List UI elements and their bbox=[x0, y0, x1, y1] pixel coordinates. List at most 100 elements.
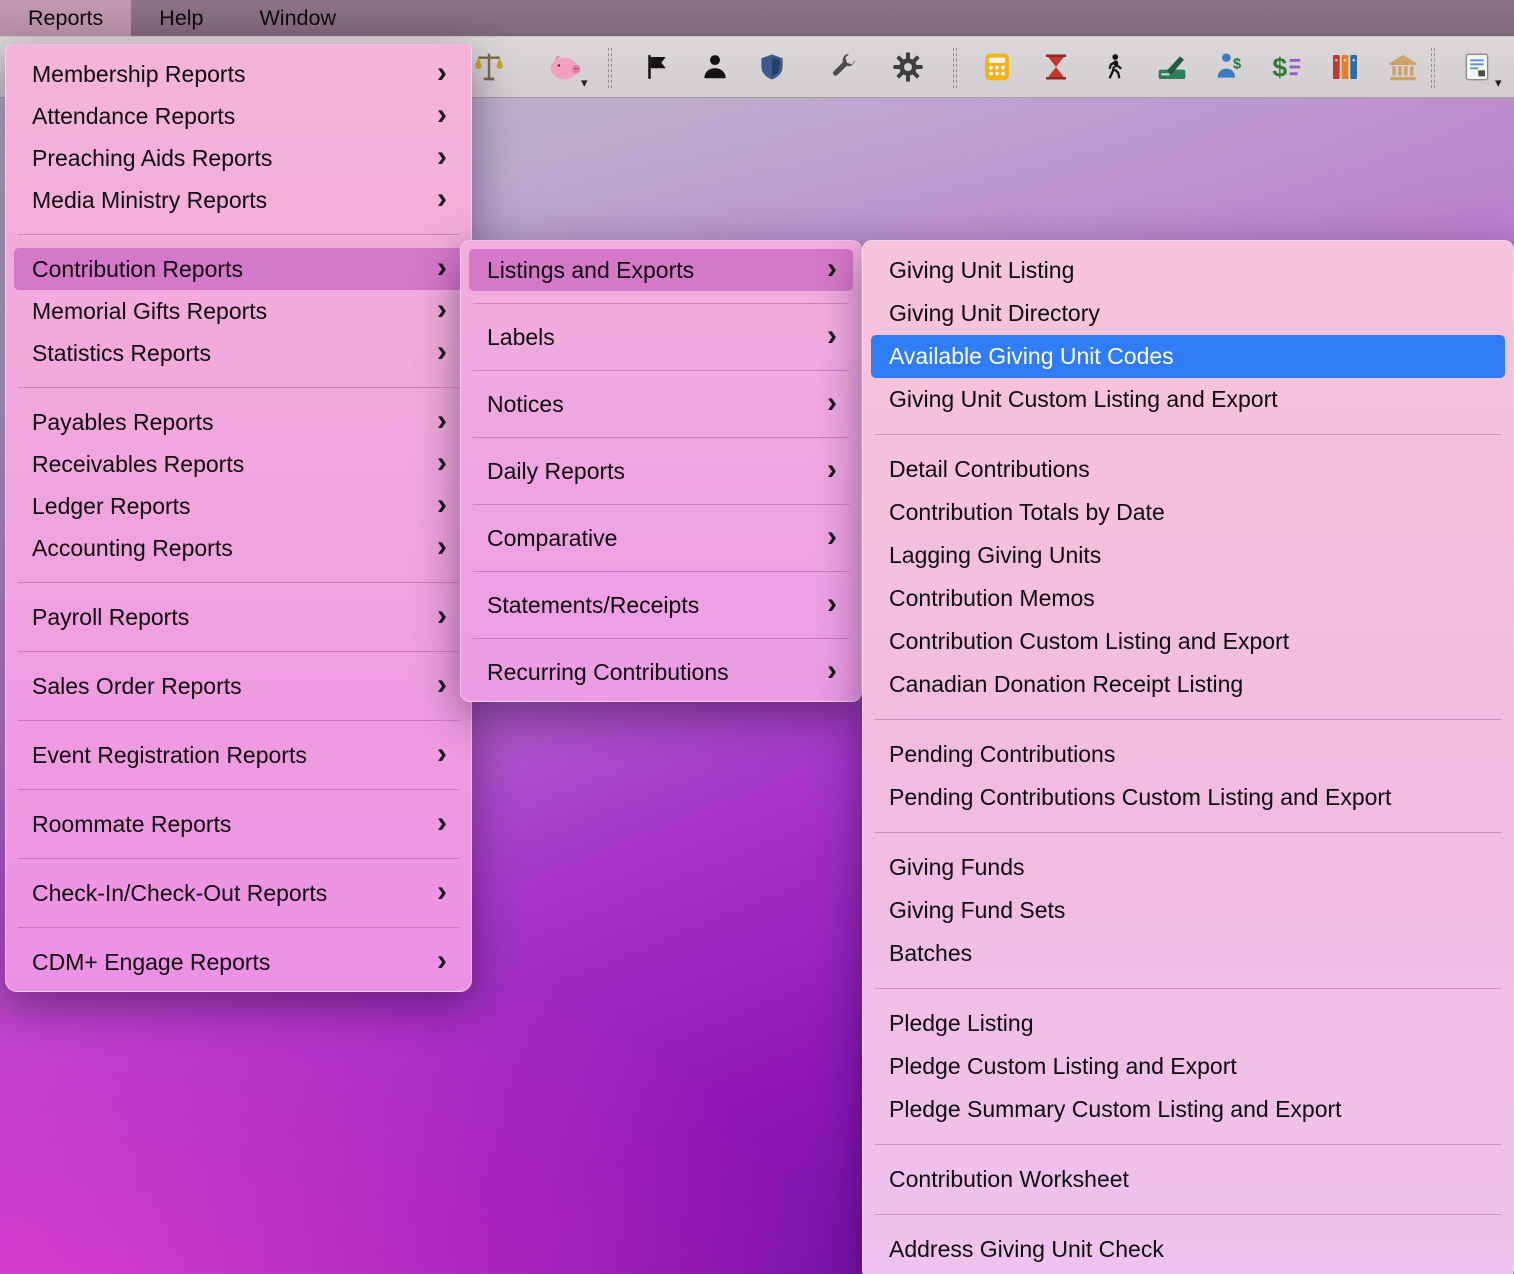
signature-pad-icon[interactable] bbox=[1150, 45, 1194, 89]
menu-item-listings-and-exports[interactable]: Listings and Exports › bbox=[469, 249, 853, 291]
walking-person-icon[interactable] bbox=[1092, 45, 1136, 89]
menu-item-membership-reports[interactable]: Membership Reports › bbox=[6, 53, 471, 95]
menu-item-contribution-reports[interactable]: Contribution Reports › bbox=[14, 248, 463, 290]
menu-separator bbox=[875, 1144, 1501, 1145]
toolbar-separator bbox=[1431, 48, 1435, 88]
menu-item-receivables-reports[interactable]: Receivables Reports › bbox=[6, 443, 471, 485]
menu-item-label: Lagging Giving Units bbox=[889, 542, 1102, 568]
hourglass-icon[interactable] bbox=[1034, 45, 1078, 89]
menu-bar: Reports Help Window bbox=[0, 0, 1514, 36]
menu-item-label: Detail Contributions bbox=[889, 456, 1090, 482]
person-dollar-icon[interactable]: $ bbox=[1207, 45, 1251, 89]
menu-item-attendance-reports[interactable]: Attendance Reports › bbox=[6, 95, 471, 137]
menu-item-pledge-custom-listing-and-export[interactable]: Pledge Custom Listing and Export bbox=[863, 1045, 1513, 1088]
menu-item-label: Ledger Reports bbox=[32, 492, 191, 519]
chevron-right-icon: › bbox=[437, 292, 447, 326]
menu-item-payroll-reports[interactable]: Payroll Reports › bbox=[6, 596, 471, 638]
menu-separator bbox=[875, 719, 1501, 720]
chevron-right-icon: › bbox=[827, 251, 837, 285]
menu-item-check-in-check-out-reports[interactable]: Check-In/Check-Out Reports › bbox=[6, 872, 471, 914]
menu-item-giving-funds[interactable]: Giving Funds bbox=[863, 846, 1513, 889]
menu-item-pending-contributions-custom-listing-and-export[interactable]: Pending Contributions Custom Listing and… bbox=[863, 776, 1513, 819]
chevron-right-icon: › bbox=[437, 445, 447, 479]
menu-item-notices[interactable]: Notices › bbox=[461, 383, 861, 425]
chevron-right-icon: › bbox=[827, 653, 837, 687]
menu-item-label: Available Giving Unit Codes bbox=[889, 343, 1174, 369]
menu-item-label: Pledge Listing bbox=[889, 1010, 1034, 1036]
menu-separator bbox=[18, 720, 459, 721]
menu-separator bbox=[473, 504, 849, 505]
menu-item-label: Giving Unit Custom Listing and Export bbox=[889, 386, 1278, 412]
menu-separator bbox=[18, 789, 459, 790]
menu-item-label: Pledge Summary Custom Listing and Export bbox=[889, 1096, 1342, 1122]
chevron-right-icon: › bbox=[437, 139, 447, 173]
person-icon[interactable] bbox=[693, 45, 737, 89]
door-flag-icon[interactable] bbox=[635, 45, 679, 89]
menu-item-label: Event Registration Reports bbox=[32, 741, 307, 768]
menu-item-ledger-reports[interactable]: Ledger Reports › bbox=[6, 485, 471, 527]
menu-item-cdm-engage-reports[interactable]: CDM+ Engage Reports › bbox=[6, 941, 471, 983]
bank-icon[interactable] bbox=[1381, 45, 1425, 89]
menu-item-giving-unit-custom-listing-and-export[interactable]: Giving Unit Custom Listing and Export bbox=[863, 378, 1513, 421]
menu-item-batches[interactable]: Batches bbox=[863, 932, 1513, 975]
menu-item-label: Contribution Totals by Date bbox=[889, 499, 1165, 525]
menu-item-address-giving-unit-check[interactable]: Address Giving Unit Check bbox=[863, 1228, 1513, 1271]
menu-item-event-registration-reports[interactable]: Event Registration Reports › bbox=[6, 734, 471, 776]
report-document-icon[interactable] bbox=[1455, 45, 1499, 89]
calculator-icon[interactable] bbox=[975, 45, 1019, 89]
chevron-right-icon: › bbox=[437, 736, 447, 770]
menu-item-labels[interactable]: Labels › bbox=[461, 316, 861, 358]
menu-item-statements-receipts[interactable]: Statements/Receipts › bbox=[461, 584, 861, 626]
menubar-label: Reports bbox=[28, 5, 104, 30]
svg-text:$: $ bbox=[1233, 56, 1241, 72]
menu-item-recurring-contributions[interactable]: Recurring Contributions › bbox=[461, 651, 861, 693]
menu-item-media-ministry-reports[interactable]: Media Ministry Reports › bbox=[6, 179, 471, 221]
menu-item-label: Giving Unit Listing bbox=[889, 257, 1075, 283]
chevron-right-icon: › bbox=[437, 334, 447, 368]
menu-item-canadian-donation-receipt-listing[interactable]: Canadian Donation Receipt Listing bbox=[863, 663, 1513, 706]
binders-icon[interactable] bbox=[1323, 45, 1367, 89]
menu-item-label: Memorial Gifts Reports bbox=[32, 297, 268, 324]
menu-item-label: CDM+ Engage Reports bbox=[32, 948, 271, 975]
menu-item-detail-contributions[interactable]: Detail Contributions bbox=[863, 448, 1513, 491]
scales-icon[interactable] bbox=[467, 45, 511, 89]
menu-item-giving-fund-sets[interactable]: Giving Fund Sets bbox=[863, 889, 1513, 932]
menu-item-giving-unit-directory[interactable]: Giving Unit Directory bbox=[863, 292, 1513, 335]
menu-item-label: Batches bbox=[889, 940, 973, 966]
menu-item-preaching-aids-reports[interactable]: Preaching Aids Reports › bbox=[6, 137, 471, 179]
menubar-item-help[interactable]: Help bbox=[131, 0, 231, 36]
menu-separator bbox=[473, 571, 849, 572]
menu-item-sales-order-reports[interactable]: Sales Order Reports › bbox=[6, 665, 471, 707]
shield-icon[interactable] bbox=[750, 45, 794, 89]
dollar-statement-icon[interactable]: $ bbox=[1265, 45, 1309, 89]
menubar-item-reports[interactable]: Reports bbox=[0, 0, 132, 36]
menu-separator bbox=[473, 370, 849, 371]
menu-item-label: Address Giving Unit Check bbox=[889, 1236, 1164, 1262]
menu-item-lagging-giving-units[interactable]: Lagging Giving Units bbox=[863, 534, 1513, 577]
menu-item-pledge-listing[interactable]: Pledge Listing bbox=[863, 1002, 1513, 1045]
menu-item-contribution-totals-by-date[interactable]: Contribution Totals by Date bbox=[863, 491, 1513, 534]
menu-item-pending-contributions[interactable]: Pending Contributions bbox=[863, 733, 1513, 776]
menu-item-memorial-gifts-reports[interactable]: Memorial Gifts Reports › bbox=[6, 290, 471, 332]
menu-item-available-giving-unit-codes[interactable]: Available Giving Unit Codes bbox=[871, 335, 1505, 378]
menu-item-payables-reports[interactable]: Payables Reports › bbox=[6, 401, 471, 443]
menu-item-label: Statements/Receipts bbox=[487, 591, 700, 618]
menu-item-statistics-reports[interactable]: Statistics Reports › bbox=[6, 332, 471, 374]
menu-item-accounting-reports[interactable]: Accounting Reports › bbox=[6, 527, 471, 569]
menu-separator bbox=[875, 434, 1501, 435]
menu-item-comparative[interactable]: Comparative › bbox=[461, 517, 861, 559]
menu-item-contribution-worksheet[interactable]: Contribution Worksheet bbox=[863, 1158, 1513, 1201]
menu-separator bbox=[18, 582, 459, 583]
menubar-item-window[interactable]: Window bbox=[232, 0, 364, 36]
gear-icon[interactable] bbox=[886, 45, 930, 89]
menu-item-label: Contribution Custom Listing and Export bbox=[889, 628, 1290, 654]
menu-item-contribution-memos[interactable]: Contribution Memos bbox=[863, 577, 1513, 620]
menu-item-daily-reports[interactable]: Daily Reports › bbox=[461, 450, 861, 492]
menu-item-pledge-summary-custom-listing-and-export[interactable]: Pledge Summary Custom Listing and Export bbox=[863, 1088, 1513, 1131]
wrench-icon[interactable] bbox=[821, 45, 865, 89]
menu-item-label: Payroll Reports bbox=[32, 603, 190, 630]
menu-item-contribution-custom-listing-and-export[interactable]: Contribution Custom Listing and Export bbox=[863, 620, 1513, 663]
menu-item-label: Daily Reports bbox=[487, 457, 626, 484]
menu-item-roommate-reports[interactable]: Roommate Reports › bbox=[6, 803, 471, 845]
menu-item-giving-unit-listing[interactable]: Giving Unit Listing bbox=[863, 249, 1513, 292]
